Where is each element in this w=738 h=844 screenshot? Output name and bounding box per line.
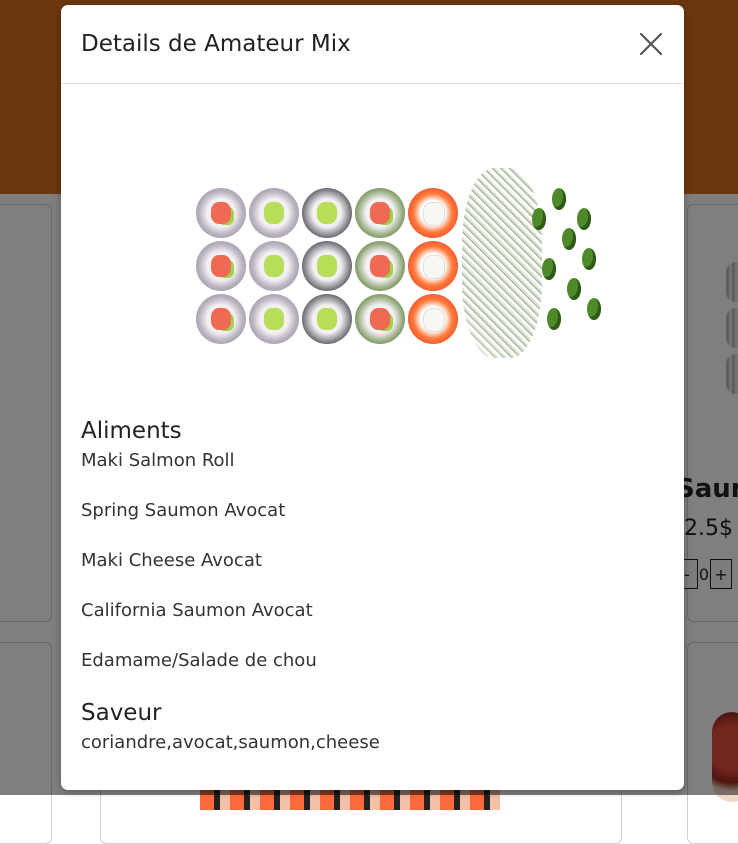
flavour-heading: Saveur (81, 700, 162, 726)
ingredients-heading: Aliments (81, 418, 182, 444)
edamame-salad (462, 148, 612, 358)
ingredient-item: California Saumon Avocat (81, 600, 313, 621)
modal-header: Details de Amateur Mix (61, 5, 684, 84)
close-icon (639, 32, 663, 56)
modal-body: Aliments Maki Salmon Roll Spring Saumon … (61, 98, 684, 753)
close-button[interactable] (636, 29, 666, 59)
sushi-rolls (196, 188, 460, 346)
ingredient-item: Maki Salmon Roll (81, 450, 235, 471)
product-image (116, 98, 601, 398)
modal-title: Details de Amateur Mix (81, 31, 351, 57)
ingredient-item: Edamame/Salade de chou (81, 650, 317, 671)
ingredient-item: Spring Saumon Avocat (81, 500, 286, 521)
flavour-text: coriandre,avocat,saumon,cheese (81, 732, 380, 753)
product-details-modal: Details de Amateur Mix Aliments Maki Sal… (61, 5, 684, 790)
ingredient-item: Maki Cheese Avocat (81, 550, 262, 571)
